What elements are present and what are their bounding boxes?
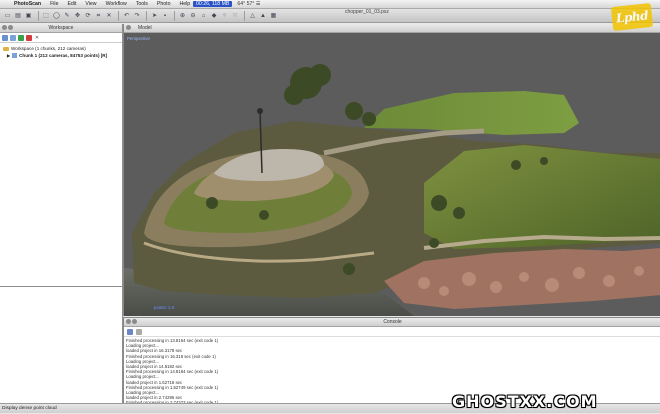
clear-log-icon[interactable]	[136, 328, 142, 335]
float-icon[interactable]	[132, 319, 137, 324]
menu-help[interactable]: Help	[179, 1, 190, 7]
open-icon[interactable]: ▤	[14, 11, 23, 20]
menu-tools[interactable]: Tools	[136, 1, 148, 7]
watermark-text: GHOSTXX.COM	[452, 392, 598, 411]
console-toolbar	[124, 327, 660, 337]
save-log-icon[interactable]	[127, 328, 133, 335]
menu-edit[interactable]: Edit	[67, 1, 76, 7]
new-icon[interactable]: ▭	[3, 11, 12, 20]
console-title: Console	[383, 319, 402, 325]
free-select-icon[interactable]: ✎	[63, 11, 72, 20]
chunk-item[interactable]: ▶ Chunk 1 (212 cameras, 84753 points) [R…	[3, 52, 119, 59]
workspace-title: Workspace	[48, 25, 74, 31]
menu-app-name[interactable]: PhotoScan	[14, 1, 41, 7]
circle-select-icon[interactable]: ◯	[52, 11, 61, 20]
close-icon[interactable]	[2, 25, 7, 30]
menu-workflow[interactable]: Workflow	[106, 1, 127, 7]
save-icon[interactable]: ▣	[24, 11, 33, 20]
menubar-status: 00:26, 118 MB 64° 57° ☰	[193, 0, 261, 8]
workspace-toolbar: ✕	[0, 33, 122, 43]
folder-icon	[3, 46, 9, 51]
add-chunk-icon[interactable]	[2, 34, 8, 41]
document-title: chopper_01_03.psz	[345, 9, 389, 15]
lamp-head	[257, 108, 263, 114]
menu-bar: PhotoScan File Edit View Workflow Tools …	[0, 0, 660, 9]
show-cameras-icon[interactable]: ◆	[210, 11, 219, 20]
wireframe-icon[interactable]: △	[248, 11, 257, 20]
dense-cloud-icon[interactable]: ⁙	[231, 11, 240, 20]
redo-icon[interactable]: ↷	[133, 11, 142, 20]
toolbar-separator	[244, 10, 245, 21]
float-icon[interactable]	[8, 25, 13, 30]
textured-icon[interactable]: ▦	[269, 11, 278, 20]
toolbar-separator	[174, 10, 175, 21]
chunk-icon	[12, 53, 18, 58]
model-panel-header: Model	[124, 24, 660, 33]
camera-icon[interactable]: ▪	[161, 11, 170, 20]
workspace-panel: Workspace ✕ Workspace (1 chunks, 212 cam…	[0, 24, 123, 286]
point-cloud-icon[interactable]: ⁘	[220, 11, 229, 20]
point-size-label: points: 2.5	[154, 305, 175, 310]
shaded-icon[interactable]: ▲	[259, 11, 268, 20]
workspace-root-item[interactable]: Workspace (1 chunks, 212 cameras)	[3, 45, 119, 52]
watermark-logo: Lphd	[610, 2, 654, 32]
view-mode-label: Perspective	[127, 36, 150, 41]
system-tray[interactable]: 64° 57° ☰	[237, 1, 260, 7]
toolbar-separator	[146, 10, 147, 21]
model-title: Model	[138, 25, 152, 31]
undo-icon[interactable]: ↶	[122, 11, 131, 20]
close-icon[interactable]	[126, 319, 131, 324]
zoom-in-icon[interactable]: ⊕	[178, 11, 187, 20]
navigation-icon[interactable]: ➤	[150, 11, 159, 20]
model-viewport[interactable]: Perspective points: 2.5	[124, 33, 660, 316]
workspace-panel-header: Workspace	[0, 24, 122, 33]
console-panel-header: Console	[124, 318, 660, 327]
workspace-root-label: Workspace (1 chunks, 212 cameras)	[11, 46, 86, 51]
move-icon[interactable]: ✥	[73, 11, 82, 20]
console-panel: Console Finished processing in 13.8164 s…	[123, 317, 660, 405]
menu-photo[interactable]: Photo	[157, 1, 171, 7]
recording-indicator[interactable]: 00:26, 118 MB	[193, 1, 233, 7]
close-x-icon[interactable]: ✕	[34, 35, 40, 41]
rotate-icon[interactable]: ⟳	[84, 11, 93, 20]
add-folder-icon[interactable]	[18, 34, 24, 41]
lower-left-panel	[0, 286, 123, 404]
close-icon[interactable]	[126, 25, 131, 30]
menu-file[interactable]: File	[50, 1, 58, 7]
point-cloud-render	[124, 33, 660, 316]
workspace-tree: Workspace (1 chunks, 212 cameras) ▶ Chun…	[0, 43, 122, 61]
add-photos-icon[interactable]	[10, 34, 16, 41]
rect-select-icon[interactable]: ⬚	[42, 11, 51, 20]
model-panel: Model Perspective points: 2.5	[123, 24, 660, 316]
menu-view[interactable]: View	[85, 1, 96, 7]
reset-view-icon[interactable]: ⌂	[199, 11, 208, 20]
zoom-out-icon[interactable]: ⊖	[189, 11, 198, 20]
chunk-label: Chunk 1 (212 cameras, 84753 points) [R]	[19, 53, 108, 58]
crop-icon[interactable]: ⌗	[94, 11, 103, 20]
expand-arrow-icon[interactable]: ▶	[7, 52, 10, 59]
delete-icon[interactable]: ✕	[105, 11, 114, 20]
remove-icon[interactable]	[26, 34, 32, 41]
toolbar-separator	[118, 10, 119, 21]
main-toolbar: ▭ ▤ ▣ ⬚ ◯ ✎ ✥ ⟳ ⌗ ✕ ↶ ↷ ➤ ▪ ⊕ ⊖ ⌂ ◆ ⁘ ⁙ △ ▲ ▦	[0, 9, 660, 23]
toolbar-separator	[37, 10, 39, 21]
